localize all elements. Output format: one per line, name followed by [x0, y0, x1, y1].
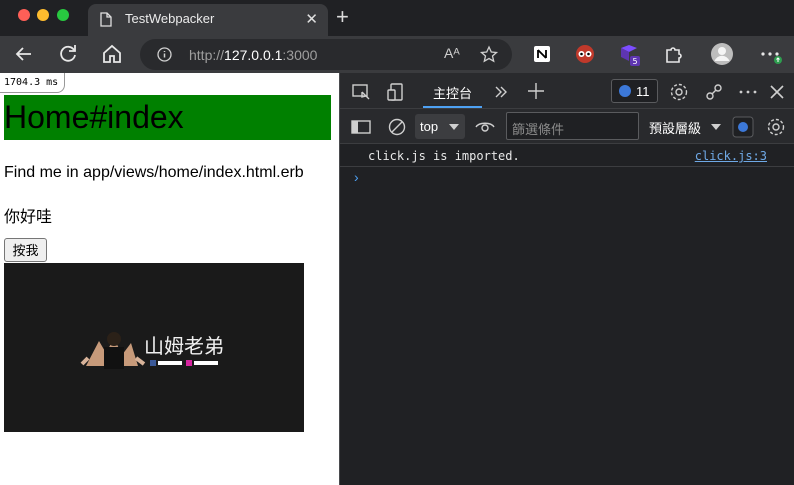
sidebar-toggle-icon[interactable] — [350, 116, 372, 138]
log-levels-dropdown[interactable]: 預設層級 — [649, 118, 701, 137]
console-prompt-icon[interactable]: › — [354, 169, 359, 185]
svg-text:5: 5 — [632, 57, 637, 66]
context-selector[interactable]: top — [415, 114, 465, 139]
browser-tab[interactable]: TestWebpacker ✕ — [88, 4, 328, 36]
video-frame-logo: 山姆老弟 — [4, 263, 304, 432]
issues-icon — [619, 85, 631, 97]
home-icon[interactable] — [100, 42, 124, 66]
inspect-element-icon[interactable] — [350, 81, 372, 103]
issues-counter[interactable]: 11 — [611, 79, 658, 103]
profile-avatar-icon[interactable] — [710, 42, 734, 66]
svg-text:山姆老弟: 山姆老弟 — [144, 334, 224, 358]
connections-icon[interactable] — [703, 81, 725, 103]
devtools-panel: 主控台 11 top 篩選條件 預設層級 click.js is importe… — [339, 73, 794, 485]
read-aloud-icon[interactable]: Aᴬ — [444, 45, 460, 61]
notion-extension-icon[interactable] — [530, 42, 554, 66]
url-text: http://127.0.0.1:3000 — [189, 47, 318, 63]
console-settings-icon[interactable] — [765, 116, 787, 138]
live-expression-eye-icon[interactable] — [474, 116, 496, 138]
filter-input[interactable]: 篩選條件 — [506, 112, 639, 140]
close-tab-icon[interactable]: ✕ — [305, 10, 318, 28]
maximize-window-button[interactable] — [57, 9, 69, 21]
log-source-link[interactable]: click.js:3 — [695, 149, 767, 163]
more-menu-icon[interactable] — [758, 42, 782, 66]
extensions-puzzle-icon[interactable] — [661, 42, 685, 66]
refresh-icon[interactable] — [56, 42, 80, 66]
document-icon — [100, 12, 112, 27]
back-icon[interactable] — [12, 42, 36, 66]
new-tab-icon[interactable]: + — [336, 6, 349, 28]
add-favorite-icon[interactable] — [479, 45, 499, 65]
hint-paragraph: Find me in app/views/home/index.html.erb — [4, 164, 304, 181]
render-timer: 1704.3 ms — [0, 73, 66, 93]
console-log-row: click.js is imported. click.js:3 — [340, 146, 794, 167]
extension-glasses-icon[interactable] — [573, 42, 597, 66]
extension-badge-icon[interactable]: 5 — [617, 42, 641, 66]
browser-toolbar: http://127.0.0.1:3000 Aᴬ 5 — [0, 36, 794, 73]
minimize-window-button[interactable] — [37, 9, 49, 21]
devtools-more-icon[interactable] — [737, 81, 759, 103]
add-tab-icon[interactable] — [525, 80, 547, 102]
page-heading: Home#index — [4, 95, 331, 140]
press-me-button[interactable]: 按我 — [4, 238, 47, 262]
title-bar: TestWebpacker ✕ + — [0, 0, 794, 36]
greeting-text: 你好哇 — [4, 209, 53, 226]
address-bar[interactable]: http://127.0.0.1:3000 Aᴬ — [140, 39, 512, 70]
more-tabs-icon[interactable] — [490, 81, 512, 103]
clear-console-icon[interactable] — [386, 116, 408, 138]
console-toolbar: top 篩選條件 預設層級 — [340, 109, 794, 144]
close-devtools-icon[interactable] — [766, 81, 788, 103]
devtools-tab-bar: 主控台 11 — [340, 73, 794, 109]
info-icon[interactable] — [157, 47, 172, 62]
settings-gear-icon[interactable] — [668, 81, 690, 103]
issues-chat-icon[interactable] — [732, 116, 754, 138]
close-window-button[interactable] — [18, 9, 30, 21]
chevron-down-icon — [449, 124, 459, 130]
video-player[interactable]: 山姆老弟 — [4, 263, 304, 432]
tab-console[interactable]: 主控台 — [423, 73, 483, 108]
page-viewport: 1704.3 ms Home#index Find me in app/view… — [0, 73, 339, 485]
levels-chevron-down-icon — [711, 124, 721, 130]
device-emulation-icon[interactable] — [386, 81, 408, 103]
log-message: click.js is imported. — [368, 149, 520, 163]
tab-title: TestWebpacker — [125, 11, 215, 26]
